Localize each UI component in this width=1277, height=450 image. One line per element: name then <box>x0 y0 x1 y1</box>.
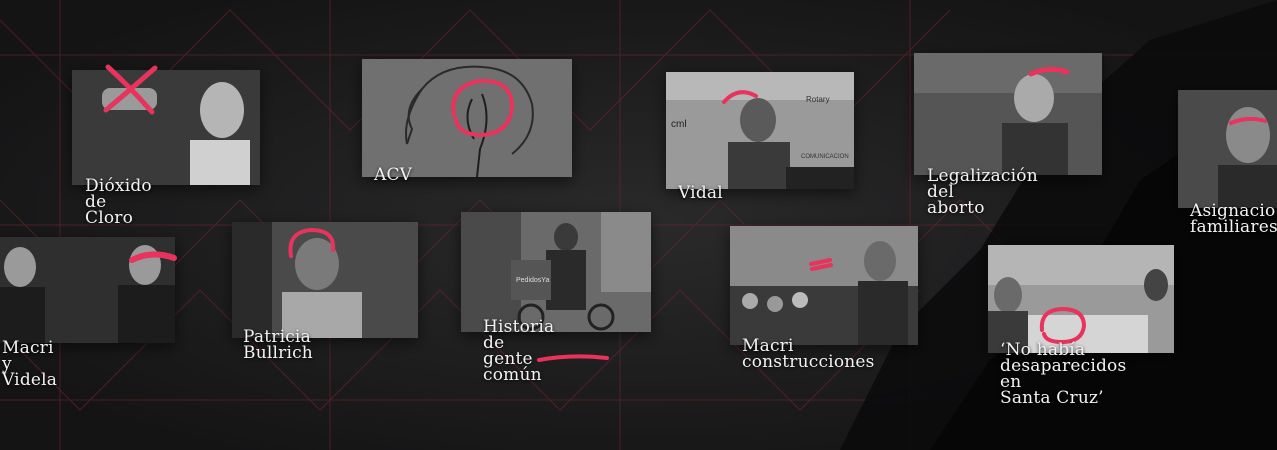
vidal-sign-rotary: Rotary <box>806 95 830 104</box>
card-label: Patricia Bullrich <box>243 327 313 363</box>
card-label: Macri y Videla <box>2 338 58 390</box>
delivery-box-text: PedidosYa <box>516 277 549 284</box>
desaparecidos-photo <box>988 245 1174 353</box>
card-label: Vidal <box>678 183 723 203</box>
macri-construcciones-photo <box>730 226 918 345</box>
card-label: Legalización del aborto <box>927 166 1038 218</box>
acv-photo <box>362 59 572 177</box>
card-label: ACV <box>374 165 413 185</box>
dioxido-photo <box>72 70 260 185</box>
card-label: Macri construcciones <box>742 336 875 372</box>
card-label: Dióxido de Cloro <box>85 176 152 228</box>
bullrich-photo <box>232 222 418 338</box>
vidal-sign-cml: cml <box>671 119 687 130</box>
vidal-photo: cml Rotary COMUNICACION <box>666 72 854 189</box>
asignaciones-photo <box>1178 90 1277 208</box>
aborto-photo <box>914 53 1102 175</box>
macri-videla-photo <box>0 237 175 343</box>
card-label: Historia de gente común <box>483 317 555 385</box>
card-label: ‘No había desaparecidos en Santa Cruz’ <box>1000 340 1127 408</box>
vidal-sign-comunicacion: COMUNICACION <box>801 154 849 160</box>
card-label: Asignacio familiares <box>1190 201 1277 237</box>
historia-photo: PedidosYa <box>461 212 651 332</box>
